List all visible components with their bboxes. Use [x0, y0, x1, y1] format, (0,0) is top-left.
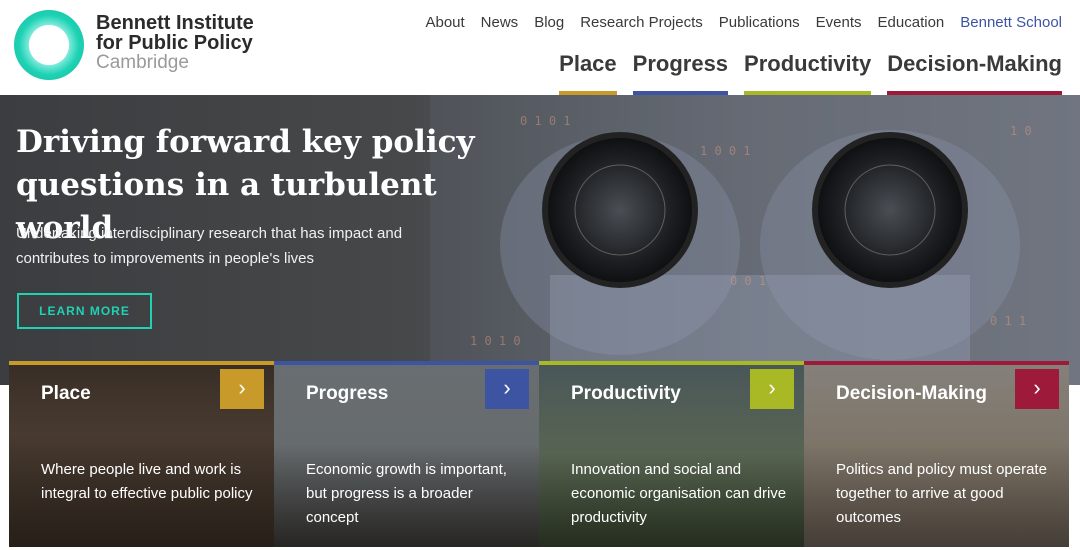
brand-line-3: Cambridge — [96, 52, 189, 73]
card-description: Innovation and social and economic organ… — [571, 461, 787, 526]
hero-banner: 0 1 0 11 0 0 1 0 0 11 0 0 1 11 0 1 0 Dri… — [0, 95, 1080, 385]
nav-publications[interactable]: Publications — [719, 14, 800, 31]
nav-bennett-school[interactable]: Bennett School — [960, 14, 1062, 31]
nav-news[interactable]: News — [481, 14, 519, 31]
theme-nav-label: Productivity — [744, 51, 872, 76]
card-title: Place — [41, 383, 91, 404]
top-navigation: About News Blog Research Projects Public… — [409, 14, 1062, 31]
nav-events[interactable]: Events — [816, 14, 862, 31]
site-header: Bennett Institute for Public Policy Camb… — [0, 0, 1080, 95]
card-title: Productivity — [571, 383, 681, 404]
theme-nav-label: Decision-Making — [887, 51, 1062, 76]
svg-text:0 0 1: 0 0 1 — [730, 274, 766, 288]
theme-cards: Place › Where people live and work is in… — [9, 361, 1070, 547]
svg-text:1 0 1 0: 1 0 1 0 — [470, 334, 521, 348]
svg-text:1 0: 1 0 — [1010, 124, 1032, 138]
card-accent-line — [804, 361, 1069, 365]
chevron-right-icon[interactable]: › — [485, 369, 529, 409]
card-accent-line — [9, 361, 274, 365]
svg-text:1 0 0 1: 1 0 0 1 — [700, 144, 751, 158]
card-decision-making[interactable]: Decision-Making › Politics and policy mu… — [804, 361, 1069, 547]
brand-line-2: for Public Policy — [96, 32, 253, 54]
theme-nav-decision-making[interactable]: Decision-Making — [887, 50, 1062, 95]
learn-more-button[interactable]: LEARN MORE — [17, 293, 152, 329]
svg-text:0 1 1: 0 1 1 — [990, 314, 1026, 328]
card-description: Politics and policy must operate togethe… — [836, 461, 1047, 526]
nav-research-projects[interactable]: Research Projects — [580, 14, 703, 31]
card-title: Progress — [306, 383, 389, 404]
card-title: Decision-Making — [836, 383, 987, 404]
theme-navigation: Place Progress Productivity Decision-Mak… — [543, 50, 1062, 95]
hero-description: Undertaking interdisciplinary research t… — [16, 225, 403, 267]
chevron-right-icon[interactable]: › — [220, 369, 264, 409]
chevron-right-icon[interactable]: › — [750, 369, 794, 409]
nav-blog[interactable]: Blog — [534, 14, 564, 31]
theme-nav-label: Place — [559, 51, 617, 76]
theme-nav-place[interactable]: Place — [559, 50, 617, 95]
card-description: Economic growth is important, but progre… — [306, 461, 507, 526]
theme-nav-label: Progress — [632, 51, 729, 76]
card-accent-line — [539, 361, 804, 365]
card-description: Where people live and work is integral t… — [41, 461, 253, 502]
card-progress[interactable]: Progress › Economic growth is important,… — [274, 361, 539, 547]
theme-nav-productivity[interactable]: Productivity — [744, 50, 872, 95]
nav-education[interactable]: Education — [878, 14, 945, 31]
card-place[interactable]: Place › Where people live and work is in… — [9, 361, 274, 547]
card-accent-line — [274, 361, 539, 365]
theme-nav-progress[interactable]: Progress — [632, 50, 729, 95]
brand-line-1: Bennett Institute — [96, 12, 254, 34]
chevron-right-icon[interactable]: › — [1015, 369, 1059, 409]
brand-name[interactable]: Bennett Institute for Public Policy Camb… — [96, 13, 254, 73]
card-productivity[interactable]: Productivity › Innovation and social and… — [539, 361, 804, 547]
nav-about[interactable]: About — [425, 14, 464, 31]
institute-logo[interactable] — [14, 10, 84, 80]
